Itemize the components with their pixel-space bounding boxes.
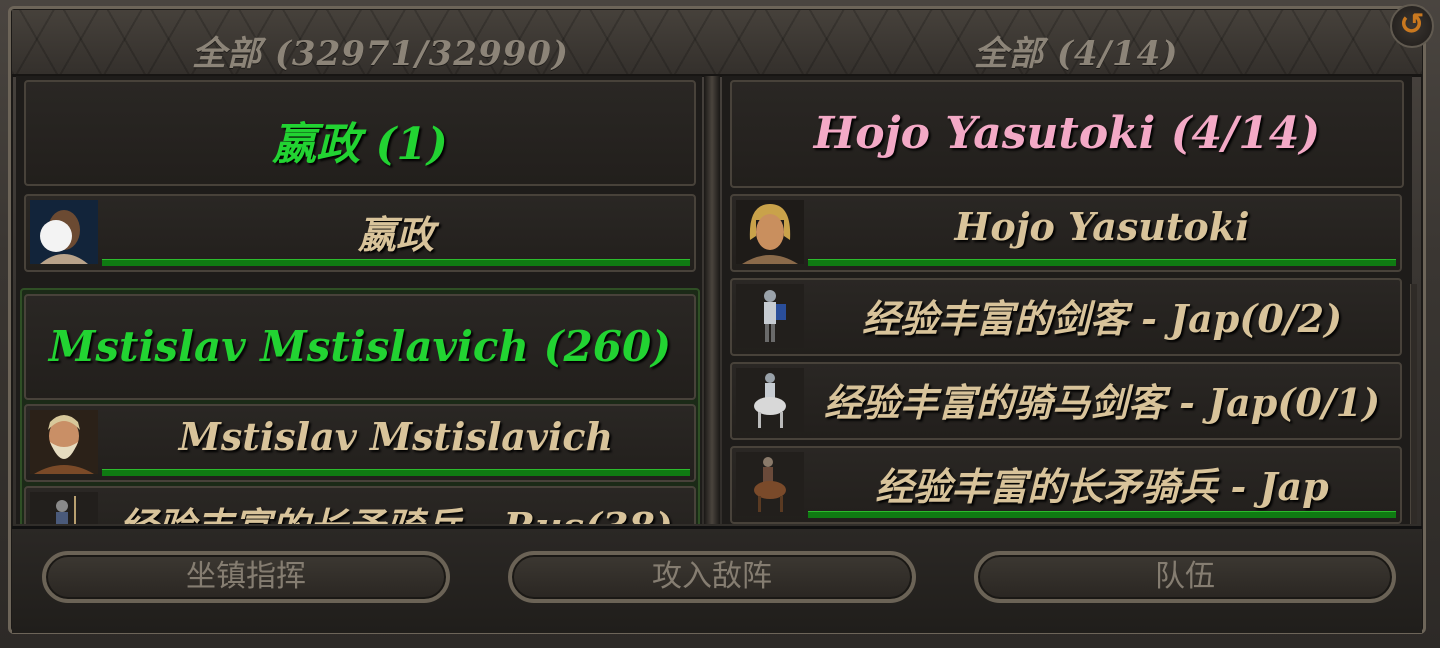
hold-command-button[interactable]: 坐镇指挥 xyxy=(42,551,450,603)
health-bar xyxy=(808,511,1396,518)
unit-label: Hojo Yasutoki xyxy=(954,204,1250,249)
refresh-icon[interactable]: ↺ xyxy=(1390,4,1434,48)
group-title: Hojo Yasutoki (4/14) xyxy=(813,108,1321,159)
blond-lord-portrait-icon xyxy=(736,200,804,264)
unit-row[interactable]: 经验丰富的剑客 - Jap(0/2) xyxy=(730,278,1402,356)
left-army-panel: 嬴政 (1) 嬴政 Mstislav Mstislavich (260) Mst… xyxy=(16,76,702,524)
unit-row[interactable]: 经验丰富的长矛骑兵 - Rus(38) xyxy=(24,486,696,524)
scrollbar[interactable] xyxy=(1410,284,1417,524)
unit-label: 经验丰富的骑马剑客 - Jap(0/1) xyxy=(823,380,1381,425)
unit-row[interactable]: Mstislav Mstislavich xyxy=(24,404,696,482)
unit-label: Mstislav Mstislavich xyxy=(178,414,614,459)
hero-portrait-icon xyxy=(30,200,98,264)
right-army-panel: Hojo Yasutoki (4/14) Hojo Yasutoki 经验丰富的… xyxy=(722,76,1412,524)
bearded-lord-portrait-icon xyxy=(30,410,98,474)
group-header[interactable]: 嬴政 (1) xyxy=(24,80,696,186)
group-title: Mstislav Mstislavich (260) xyxy=(48,322,672,371)
unit-row[interactable]: Hojo Yasutoki xyxy=(730,194,1402,272)
swordsman-icon xyxy=(736,284,804,348)
unit-row[interactable]: 经验丰富的骑马剑客 - Jap(0/1) xyxy=(730,362,1402,440)
lancer-cavalry-icon xyxy=(30,492,98,524)
health-bar xyxy=(102,469,690,476)
panel-divider xyxy=(704,76,720,524)
group-header[interactable]: Mstislav Mstislavich (260) xyxy=(24,294,696,400)
header-bar: 全部 (32971/32990) 全部 (4/14) xyxy=(12,10,1422,77)
unit-row[interactable]: 经验丰富的长矛骑兵 - Jap xyxy=(730,446,1402,524)
unit-label: 经验丰富的剑客 - Jap(0/2) xyxy=(861,296,1343,341)
group-title: 嬴政 (1) xyxy=(272,119,448,170)
right-army-count: 全部 (4/14) xyxy=(974,34,1179,74)
health-bar xyxy=(102,259,690,266)
unit-label: 经验丰富的长矛骑兵 - Rus(38) xyxy=(102,496,690,524)
lancer-cavalry-icon xyxy=(736,452,804,516)
mounted-swordsman-icon xyxy=(736,368,804,432)
group-header[interactable]: Hojo Yasutoki (4/14) xyxy=(730,80,1404,188)
unit-row[interactable]: 嬴政 xyxy=(24,194,696,272)
troop-button[interactable]: 队伍 xyxy=(974,551,1396,603)
unit-label: 经验丰富的长矛骑兵 - Jap xyxy=(875,464,1329,509)
left-army-count: 全部 (32971/32990) xyxy=(192,34,570,74)
unit-label: 嬴政 xyxy=(357,212,434,257)
command-bar: 坐镇指挥 攻入敌阵 队伍 xyxy=(12,526,1422,633)
charge-button[interactable]: 攻入敌阵 xyxy=(508,551,916,603)
health-bar xyxy=(808,259,1396,266)
